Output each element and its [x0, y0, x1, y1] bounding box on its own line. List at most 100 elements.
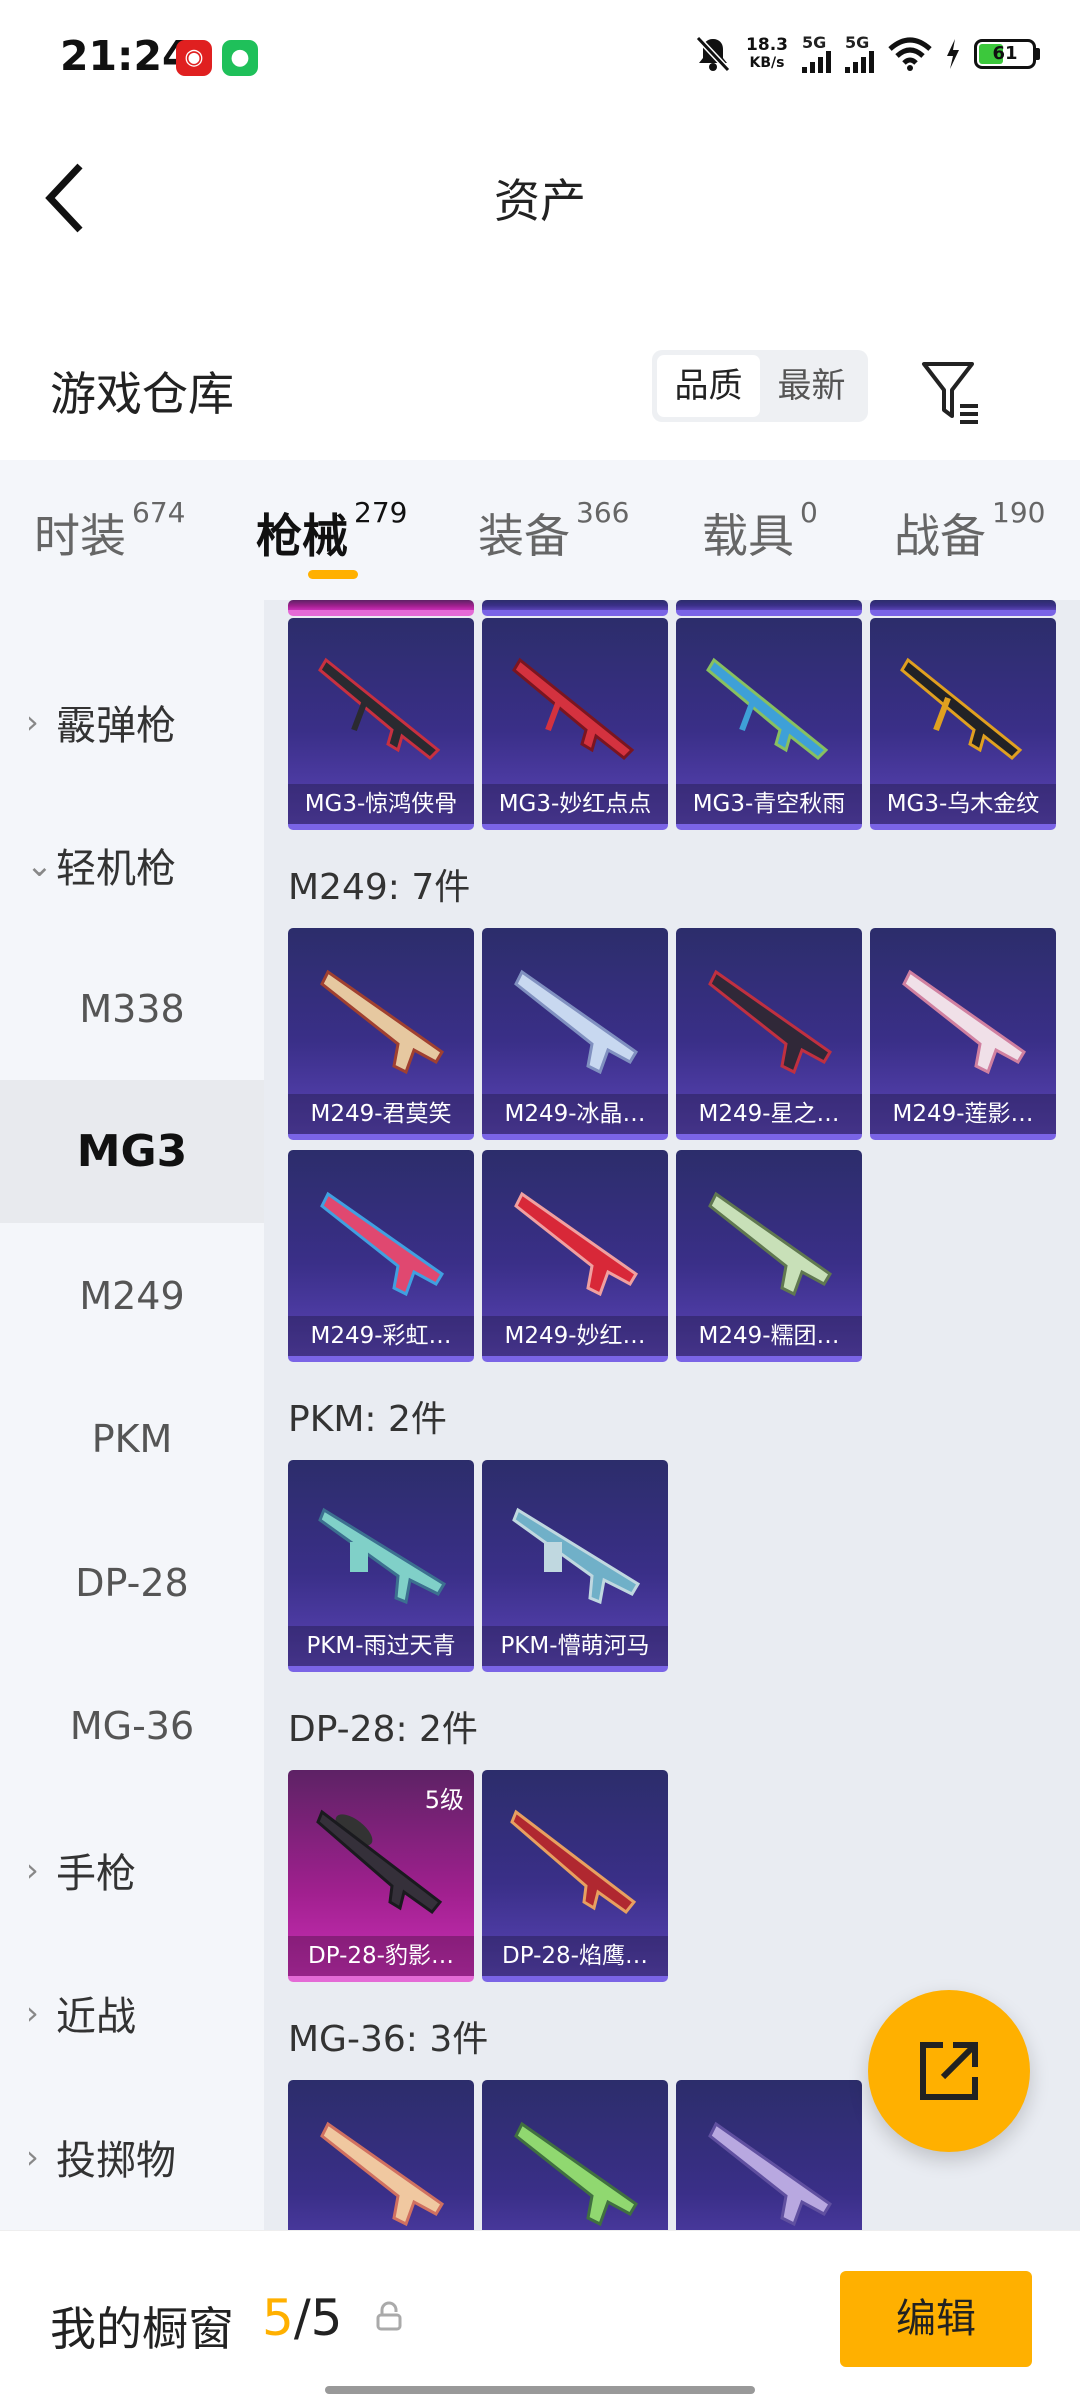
skin-card[interactable]: 5级 DP-28-豹影… [288, 1770, 474, 1982]
tab-vehicles[interactable]: 载具 0 [702, 496, 818, 566]
tab-firearms[interactable]: 枪械 279 [256, 496, 407, 566]
net-speed-unit: KB/s [749, 55, 785, 71]
skin-card[interactable]: MG3-青空秋雨 [676, 618, 862, 830]
skin-card[interactable]: M249-妙红… [482, 1150, 668, 1362]
skin-card[interactable] [288, 2080, 474, 2230]
lmg-skin-icon [318, 1507, 447, 1605]
share-export-icon [920, 2042, 978, 2100]
tab-equipment[interactable]: 装备 366 [478, 496, 629, 566]
lmg-skin-icon [514, 969, 639, 1075]
skin-level-badge: 5级 [424, 1786, 464, 1814]
group-title-dp28: DP-28: 2件 [288, 1709, 478, 1750]
skin-name: MG3-青空秋雨 [676, 784, 862, 824]
sidebar-item-label: 霰弹枪 [56, 702, 176, 749]
skin-card[interactable]: M249-彩虹… [288, 1150, 474, 1362]
sidebar-item-melee[interactable]: › 近战 [0, 1941, 264, 2084]
group-title-pkm: PKM: 2件 [288, 1399, 447, 1440]
edit-button[interactable]: 编辑 [840, 2271, 1032, 2367]
net-speed-value: 18.3 [746, 35, 788, 55]
sidebar-item-label: 投掷物 [56, 2137, 176, 2184]
skin-name: MG3-乌木金纹 [870, 784, 1056, 824]
sidebar-item-pkm[interactable]: PKM [0, 1367, 264, 1510]
tab-fashion[interactable]: 时装 674 [34, 496, 185, 566]
sidebar-item-pistol[interactable]: › 手枪 [0, 1798, 264, 1941]
skin-card[interactable]: M249-星之… [676, 928, 862, 1140]
nav-bar: 资产 [0, 120, 1080, 270]
skin-card[interactable]: MG3-乌木金纹 [870, 618, 1056, 830]
tab-indicator [308, 570, 358, 579]
skin-card[interactable]: DP-28-焰鹰… [482, 1770, 668, 1982]
skin-name: DP-28-焰鹰… [482, 1936, 668, 1976]
sidebar-item-m249[interactable]: M249 [0, 1224, 264, 1367]
mute-bell-icon [695, 35, 731, 73]
lmg-skin-icon [320, 2121, 445, 2227]
lmg-skin-icon [708, 1191, 833, 1297]
skin-name: M249-妙红… [482, 1316, 668, 1356]
warehouse-header: 游戏仓库 品质 最新 [0, 330, 1080, 460]
skin-name: M249-冰晶… [482, 1094, 668, 1134]
wifi-icon [888, 37, 932, 71]
skin-card[interactable]: PKM-懵萌河马 [482, 1460, 668, 1672]
skin-grid: MG3-惊鸿侠骨 MG3-妙红点点 MG3-青空秋雨 MG3-乌木金纹 M249… [264, 600, 1080, 2230]
tab-supplies[interactable]: 战备 190 [894, 496, 1045, 566]
showcase-count-separator: / [293, 2289, 311, 2347]
signal-bars-icon [802, 51, 831, 73]
sidebar-item-mg36[interactable]: MG-36 [0, 1654, 264, 1797]
showcase-title: 我的橱窗 [50, 2302, 234, 2356]
battery-body: 61 [974, 39, 1036, 69]
skin-card[interactable] [676, 2080, 862, 2230]
lmg-skin-icon [512, 1507, 641, 1605]
skin-card[interactable] [482, 2080, 668, 2230]
battery-level: 61 [992, 43, 1018, 64]
showcase-bar: 我的橱窗 5/5 编辑 [0, 2230, 1080, 2400]
lmg-skin-icon [900, 657, 1023, 761]
lmg-skin-icon [708, 2121, 833, 2227]
skin-card[interactable]: PKM-雨过天青 [288, 1460, 474, 1672]
sidebar-item-label: 手枪 [56, 1850, 136, 1897]
lmg-skin-icon [510, 1809, 637, 1915]
skin-card[interactable] [870, 600, 1056, 616]
tab-count: 366 [576, 496, 630, 529]
lmg-skin-icon [706, 657, 829, 761]
chevron-right-icon: › [26, 1993, 39, 2032]
skin-name: M249-糯团… [676, 1316, 862, 1356]
tab-label: 载具 [702, 509, 794, 563]
signal-2-label: 5G [845, 33, 870, 52]
sort-latest-button[interactable]: 最新 [760, 355, 863, 417]
skin-card[interactable]: M249-糯团… [676, 1150, 862, 1362]
sidebar-item-dp28[interactable]: DP-28 [0, 1511, 264, 1654]
battery-tip [1036, 48, 1040, 60]
tab-count: 674 [132, 496, 186, 529]
share-button[interactable] [868, 1990, 1030, 2152]
skin-card[interactable]: M249-莲影… [870, 928, 1056, 1140]
skin-name: M249-君莫笑 [288, 1094, 474, 1134]
lmg-skin-icon [514, 1191, 639, 1297]
sidebar-item-shotgun[interactable]: › 霰弹枪 [0, 650, 264, 793]
lmg-skin-icon [320, 1191, 445, 1297]
group-title-m249: M249: 7件 [288, 867, 471, 908]
skin-card[interactable] [288, 600, 474, 616]
sidebar-item-m338[interactable]: M338 [0, 937, 264, 1080]
skin-card[interactable]: M249-君莫笑 [288, 928, 474, 1140]
app-root: 21:24 ◉ ● 18.3 KB/s 5G 5G 61 资产 游戏仓库 品质 … [0, 0, 1080, 2400]
netease-music-icon: ◉ [176, 40, 212, 76]
home-indicator[interactable] [325, 2386, 755, 2394]
sidebar-item-lmg[interactable]: ⌄ 轻机枪 [0, 793, 264, 936]
tab-count: 190 [992, 496, 1046, 529]
filter-button[interactable] [918, 358, 988, 428]
skin-card[interactable] [676, 600, 862, 616]
skin-card[interactable]: MG3-妙红点点 [482, 618, 668, 830]
chevron-right-icon: › [26, 1850, 39, 1889]
skin-card[interactable]: M249-冰晶… [482, 928, 668, 1140]
battery-icon: 61 [974, 39, 1040, 69]
sort-quality-button[interactable]: 品质 [657, 355, 760, 417]
warehouse-title: 游戏仓库 [50, 367, 234, 421]
skin-name: PKM-雨过天青 [288, 1626, 474, 1666]
tab-count: 279 [354, 496, 408, 529]
showcase-count: 5/5 [262, 2289, 342, 2347]
skin-card[interactable]: MG3-惊鸿侠骨 [288, 618, 474, 830]
skin-card[interactable] [482, 600, 668, 616]
sidebar-item-mg3[interactable]: MG3 [0, 1080, 264, 1223]
sidebar-item-throwable[interactable]: › 投掷物 [0, 2085, 264, 2228]
wechat-icon: ● [222, 40, 258, 76]
